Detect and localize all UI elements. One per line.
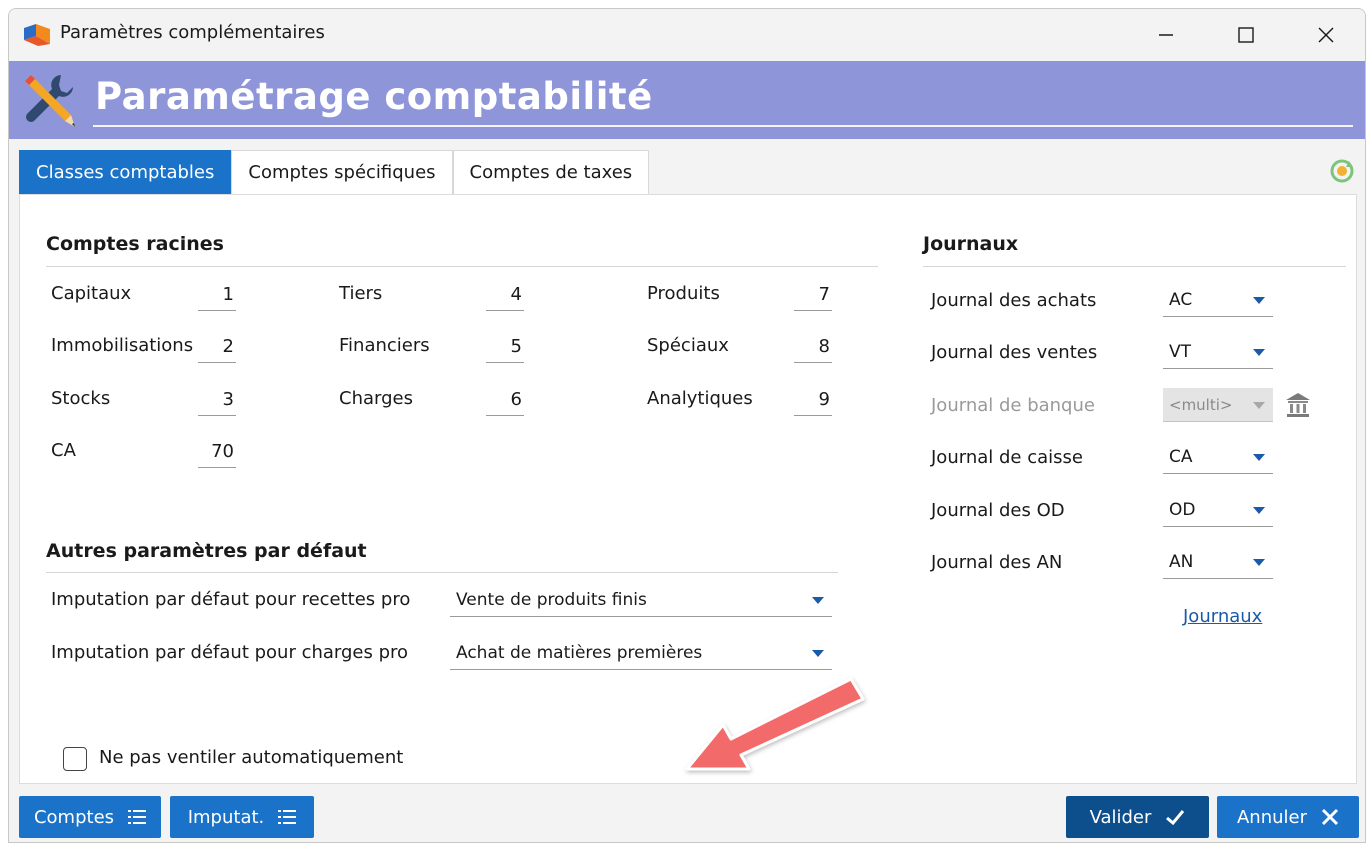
tools-icon <box>25 75 75 127</box>
tab-comptes-specifiques[interactable]: Comptes spécifiques <box>231 150 453 194</box>
field-value-ca[interactable]: 70 <box>198 438 236 468</box>
field-label-produits: Produits <box>647 283 720 304</box>
close-button[interactable] <box>1296 17 1356 53</box>
app-logo-icon <box>24 24 50 46</box>
field-value-produits[interactable]: 7 <box>794 281 832 311</box>
journal-select-caisse[interactable]: CA <box>1163 440 1273 474</box>
comptes-button[interactable]: Comptes <box>19 796 161 838</box>
field-label-tiers: Tiers <box>339 283 383 304</box>
field-label-capitaux: Capitaux <box>51 283 132 304</box>
charges-select[interactable]: Achat de matières premières <box>450 636 832 670</box>
imputat-button[interactable]: Imputat. <box>170 796 314 838</box>
annuler-button[interactable]: Annuler <box>1217 796 1359 838</box>
journaux-title: Journaux <box>923 233 1019 255</box>
journal-select-banque-value: <multi> <box>1169 396 1233 414</box>
journal-label-banque: Journal de banque <box>931 395 1095 416</box>
journaux-rule <box>923 266 1346 267</box>
minimize-button[interactable] <box>1136 17 1196 53</box>
journal-select-banque: <multi> <box>1163 388 1273 422</box>
field-value-stocks[interactable]: 3 <box>198 386 236 416</box>
list-icon <box>278 810 297 824</box>
journal-select-achats-value: AC <box>1169 290 1193 310</box>
comptes-racines-rule <box>46 266 878 267</box>
close-icon <box>1318 27 1334 43</box>
refresh-icon[interactable] <box>1329 158 1355 184</box>
close-icon <box>1321 808 1339 826</box>
header-underline <box>93 125 1353 127</box>
journal-select-caisse-value: CA <box>1169 447 1193 467</box>
tab-classes-comptables[interactable]: Classes comptables <box>19 150 232 194</box>
header-banner: Paramétrage comptabilité <box>9 61 1365 139</box>
journal-label-an: Journal des AN <box>931 552 1063 573</box>
journal-label-achats: Journal des achats <box>931 290 1097 311</box>
recettes-label: Imputation par défaut pour recettes pro <box>51 589 411 610</box>
chevron-down-icon <box>1253 349 1265 356</box>
journal-select-od-value: OD <box>1169 500 1196 520</box>
charges-label: Imputation par défaut pour charges pro <box>51 642 409 663</box>
journal-select-od[interactable]: OD <box>1163 493 1273 527</box>
dialog-window: Paramètres complémentaires Paramétrage c… <box>8 8 1366 843</box>
journal-label-caisse: Journal de caisse <box>931 447 1083 468</box>
maximize-button[interactable] <box>1216 17 1276 53</box>
chevron-down-icon <box>1253 454 1265 461</box>
chevron-down-icon <box>1253 507 1265 514</box>
field-value-tiers[interactable]: 4 <box>486 281 524 311</box>
field-value-charges[interactable]: 6 <box>486 386 524 416</box>
minimize-icon <box>1159 34 1173 36</box>
ventiler-checkbox[interactable] <box>63 747 87 771</box>
list-icon <box>128 810 147 824</box>
field-label-financiers: Financiers <box>339 335 430 356</box>
chevron-down-icon <box>1253 402 1265 409</box>
journal-select-ventes-value: VT <box>1169 342 1192 362</box>
field-value-capitaux[interactable]: 1 <box>198 281 236 311</box>
journaux-link[interactable]: Journaux <box>1183 606 1262 627</box>
maximize-icon <box>1238 27 1254 43</box>
chevron-down-icon <box>1253 297 1265 304</box>
charges-select-value: Achat de matières premières <box>456 643 703 663</box>
tab-comptes-de-taxes[interactable]: Comptes de taxes <box>452 150 650 194</box>
chevron-down-icon <box>812 650 824 657</box>
field-value-speciaux[interactable]: 8 <box>794 333 832 363</box>
valider-button[interactable]: Valider <box>1066 796 1209 838</box>
ventiler-checkbox-label: Ne pas ventiler automatiquement <box>99 747 404 768</box>
comptes-racines-title: Comptes racines <box>46 233 224 255</box>
chevron-down-icon <box>1253 559 1265 566</box>
autres-parametres-rule <box>46 572 838 573</box>
field-label-stocks: Stocks <box>51 388 111 409</box>
field-label-ca: CA <box>51 440 76 461</box>
bank-icon[interactable] <box>1284 391 1312 419</box>
journal-label-ventes: Journal des ventes <box>931 342 1098 363</box>
field-label-charges: Charges <box>339 388 413 409</box>
field-value-immobilisations[interactable]: 2 <box>198 333 236 363</box>
journal-select-an-value: AN <box>1169 552 1194 572</box>
checkmark-icon <box>1166 810 1185 826</box>
page-title: Paramétrage comptabilité <box>95 75 653 118</box>
journal-select-ventes[interactable]: VT <box>1163 335 1273 369</box>
field-value-financiers[interactable]: 5 <box>486 333 524 363</box>
window-title: Paramètres complémentaires <box>60 22 325 43</box>
field-value-analytiques[interactable]: 9 <box>794 386 832 416</box>
tab-bar: Classes comptables Comptes spécifiques C… <box>19 150 650 194</box>
field-label-immobilisations: Immobilisations <box>51 335 194 356</box>
annuler-button-label: Annuler <box>1236 806 1307 828</box>
journal-select-an[interactable]: AN <box>1163 545 1273 579</box>
journal-select-achats[interactable]: AC <box>1163 283 1273 317</box>
title-bar: Paramètres complémentaires <box>9 9 1365 61</box>
field-label-analytiques: Analytiques <box>647 388 753 409</box>
valider-button-label: Valider <box>1089 806 1152 828</box>
recettes-select-value: Vente de produits finis <box>456 590 647 610</box>
annotation-arrow-icon <box>685 677 865 771</box>
field-label-speciaux: Spéciaux <box>647 335 729 356</box>
comptes-button-label: Comptes <box>33 806 115 828</box>
tab-panel: Comptes racines Capitaux 1 Immobilisatio… <box>19 194 1357 784</box>
autres-parametres-title: Autres paramètres par défaut <box>46 540 367 562</box>
journal-label-od: Journal des OD <box>931 500 1065 521</box>
chevron-down-icon <box>812 597 824 604</box>
recettes-select[interactable]: Vente de produits finis <box>450 583 832 617</box>
imputat-button-label: Imputat. <box>187 806 265 828</box>
